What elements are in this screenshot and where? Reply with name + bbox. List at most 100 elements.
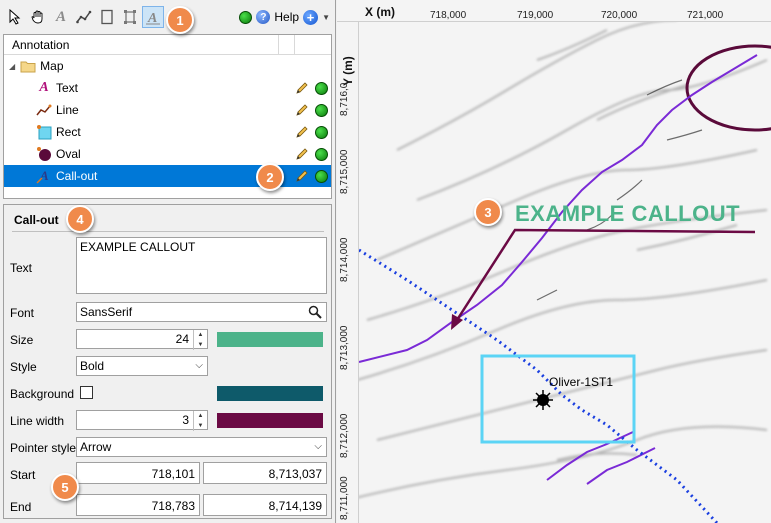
line-color-swatch[interactable] (217, 413, 323, 428)
svg-text:A: A (147, 11, 157, 25)
step-badge-2: 2 (256, 163, 284, 191)
select-pointer-button[interactable] (4, 6, 26, 28)
start-y-input[interactable]: 8,713,037 (203, 462, 327, 484)
pan-hand-button[interactable] (27, 6, 49, 28)
text-tool-button[interactable]: A (50, 6, 72, 28)
tree-item-label: Text (56, 81, 79, 95)
background-checkbox[interactable] (80, 386, 93, 399)
font-label: Font (10, 306, 35, 320)
hand-icon (31, 10, 43, 24)
callout-tool-button[interactable]: A (142, 6, 164, 28)
search-icon[interactable] (308, 305, 322, 319)
visibility-dot-icon[interactable] (315, 103, 328, 117)
style-select[interactable]: Bold ⌵ (76, 356, 208, 376)
rect-tool-button[interactable] (96, 6, 118, 28)
collapse-arrow-icon[interactable]: ◢ (9, 62, 15, 71)
text-label: Text (10, 261, 33, 275)
rect-annotation-icon (36, 124, 52, 140)
spin-down-icon[interactable]: ▼ (194, 340, 207, 350)
visibility-dot-icon[interactable] (315, 125, 328, 139)
step-badge-5: 5 (51, 473, 79, 501)
callout-annotation-icon: A (36, 168, 52, 184)
help-link[interactable]: Help (274, 10, 299, 24)
linewidth-label: Line width (10, 414, 65, 428)
frame-tool-button[interactable] (119, 6, 141, 28)
pencil-edit-icon[interactable] (294, 124, 310, 140)
end-label: End (10, 500, 32, 514)
line-annotation-icon (36, 102, 52, 118)
well-symbol[interactable] (533, 390, 553, 410)
callout-tool-icon: A (146, 11, 160, 25)
text-color-swatch[interactable] (217, 332, 323, 347)
y-tick: 8,712,000 (339, 413, 350, 459)
help-icon[interactable]: ? (256, 10, 271, 24)
pencil-edit-icon[interactable] (294, 80, 310, 96)
frame-select-icon (124, 10, 136, 24)
line-tool-button[interactable] (73, 6, 95, 28)
size-value: 24 (175, 332, 189, 346)
tree-item-label: Line (56, 103, 79, 117)
step-badge-1: 1 (166, 6, 194, 34)
pencil-edit-icon[interactable] (294, 168, 310, 184)
font-input[interactable]: SansSerif (76, 302, 327, 322)
folder-icon (20, 61, 36, 73)
y-axis: Y (m) 8,716,0 8,715,000 8,714,000 8,713,… (337, 22, 359, 523)
pointer-style-value: Arrow (80, 440, 112, 454)
linewidth-stepper[interactable]: 3 ▲ ▼ (76, 410, 208, 431)
x-tick: 719,000 (517, 10, 554, 21)
background-label: Background (10, 387, 75, 401)
visibility-dot-icon[interactable] (315, 81, 328, 95)
start-x-input[interactable]: 718,101 (76, 462, 200, 484)
tree-item-rect[interactable]: Rect (4, 121, 331, 143)
spin-up-icon[interactable]: ▲ (194, 411, 207, 421)
y-axis-title: Y (m) (341, 56, 355, 86)
add-plus-icon[interactable]: + (303, 9, 319, 25)
spin-up-icon[interactable]: ▲ (194, 330, 207, 340)
background-color-swatch[interactable] (217, 386, 323, 401)
step-badge-3: 3 (474, 198, 502, 226)
tree-item-label: Oval (56, 147, 81, 161)
map-canvas[interactable]: EXAMPLE CALLOUT Oliver-1ST1 X (m) 718,00… (337, 0, 771, 523)
x-tick: 718,000 (430, 10, 467, 21)
dropdown-caret-icon[interactable]: ▼ (322, 13, 330, 22)
step-badge-4: 4 (66, 205, 94, 233)
oval-annotation-icon (36, 146, 52, 162)
pointer-icon (9, 9, 21, 25)
tree-item-text[interactable]: A Text (4, 77, 331, 99)
pointer-style-select[interactable]: Arrow ⌵ (76, 437, 327, 457)
properties-title: Call-out (14, 213, 59, 227)
start-label: Start (10, 468, 36, 482)
callout-text[interactable]: EXAMPLE CALLOUT (515, 201, 740, 227)
tree-root-map[interactable]: ◢ Map (4, 55, 331, 77)
y-tick: 8,713,000 (339, 325, 350, 371)
tree-item-line[interactable]: Line (4, 99, 331, 121)
pointer-style-label: Pointer style (10, 441, 77, 455)
y-tick: 8,715,000 (339, 149, 350, 195)
x-axis: X (m) 718,000 719,000 720,000 721,000 (337, 0, 771, 22)
size-label: Size (10, 333, 34, 347)
pencil-edit-icon[interactable] (294, 102, 310, 118)
pencil-edit-icon[interactable] (294, 146, 310, 162)
y-tick: 8,716,0 (339, 82, 350, 116)
style-label: Style (10, 360, 37, 374)
y-tick: 8,711,000 (339, 476, 350, 520)
text-input[interactable]: EXAMPLE CALLOUT (76, 237, 327, 294)
chevron-down-icon: ⌵ (314, 441, 322, 452)
text-annotation-icon: A (39, 80, 49, 95)
visibility-dot-icon[interactable] (315, 169, 328, 183)
visibility-dot-icon[interactable] (315, 147, 328, 161)
size-stepper[interactable]: 24 ▲ ▼ (76, 329, 208, 350)
end-y-input[interactable]: 8,714,139 (203, 494, 327, 516)
x-axis-title: X (m) (365, 5, 395, 19)
spin-down-icon[interactable]: ▼ (194, 421, 207, 431)
x-tick: 721,000 (687, 10, 724, 21)
callout-properties: Call-out Text EXAMPLE CALLOUT Font SansS… (3, 204, 332, 519)
font-value: SansSerif (80, 305, 133, 319)
svg-text:A: A (39, 168, 49, 183)
map-surface[interactable] (337, 0, 771, 523)
tree-item-oval[interactable]: Oval (4, 143, 331, 165)
x-tick: 720,000 (601, 10, 638, 21)
tree-item-label: Rect (56, 125, 81, 139)
annotation-panel: A A ? Help + ▼ Annotation ◢ Map A Text L… (0, 0, 336, 523)
end-x-input[interactable]: 718,783 (76, 494, 200, 516)
